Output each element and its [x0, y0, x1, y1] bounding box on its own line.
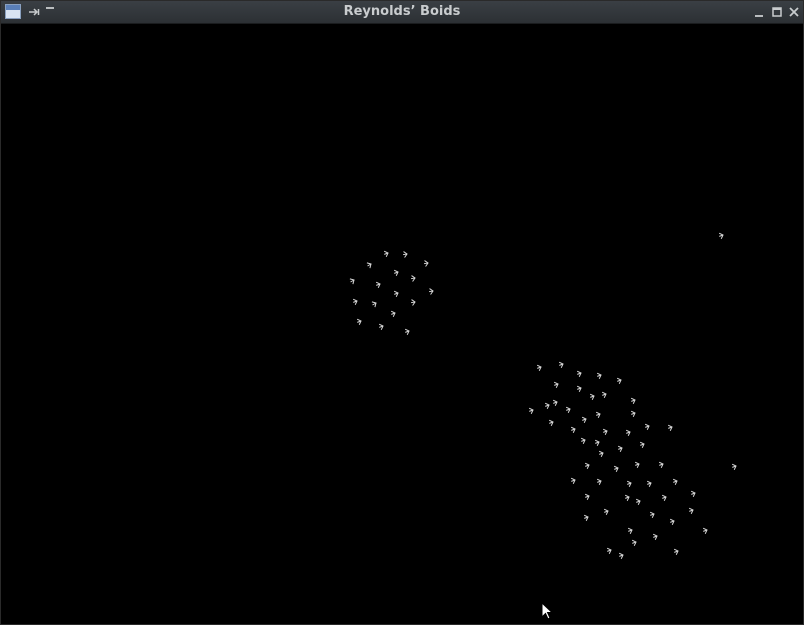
boid [598, 450, 604, 458]
boid [603, 508, 609, 516]
boid [613, 465, 619, 473]
boid [393, 290, 399, 298]
boid [731, 463, 737, 471]
boid [528, 407, 534, 415]
boids-scene [349, 232, 737, 560]
close-icon[interactable] [786, 4, 802, 20]
boid [565, 406, 571, 414]
title-bar[interactable]: Reynolds’ Boids [1, 1, 803, 24]
boid [366, 262, 372, 269]
boid [375, 281, 381, 289]
boid [602, 428, 608, 436]
boid [428, 288, 434, 295]
boid [594, 439, 600, 447]
boid [606, 547, 612, 555]
boid [552, 399, 558, 407]
window-title: Reynolds’ Boids [343, 4, 461, 19]
boid [581, 416, 587, 424]
boid [410, 275, 416, 282]
boid [576, 370, 582, 378]
app-window: Reynolds’ Boids [0, 0, 804, 625]
boid [536, 364, 542, 372]
boid [688, 507, 694, 515]
boid [580, 437, 586, 445]
boid [644, 423, 650, 431]
boid [630, 410, 636, 418]
boid [635, 498, 641, 506]
boid [634, 461, 640, 469]
boid [618, 552, 624, 560]
boid [583, 514, 589, 522]
boid [423, 260, 429, 267]
boid [690, 490, 696, 498]
boid [646, 480, 652, 488]
boid [383, 250, 389, 258]
boid [652, 533, 658, 541]
boid [584, 462, 590, 470]
boid [402, 251, 408, 258]
boid [625, 429, 631, 437]
boid [667, 424, 673, 432]
boid [349, 278, 355, 285]
boid [595, 411, 601, 419]
boid [378, 323, 384, 331]
boid [393, 269, 399, 277]
boid [649, 511, 655, 519]
boid [589, 393, 595, 401]
boid [558, 361, 564, 369]
boid [624, 494, 630, 502]
boid [601, 391, 607, 399]
boid [404, 328, 410, 336]
boid [627, 527, 633, 535]
boid [596, 372, 602, 380]
boid [553, 381, 559, 389]
boid [570, 477, 576, 485]
boid [631, 539, 637, 547]
boid [570, 426, 576, 434]
maximize-icon[interactable] [769, 4, 785, 20]
boid [718, 232, 724, 240]
boid [617, 445, 623, 453]
mouse-cursor-icon [541, 602, 553, 620]
boid [673, 548, 679, 556]
boid [596, 478, 602, 486]
boids-canvas[interactable] [3, 24, 803, 624]
boid [669, 518, 675, 526]
boid [639, 441, 645, 449]
boid [584, 493, 590, 501]
minimize-icon[interactable] [751, 4, 767, 20]
boid [672, 478, 678, 486]
boid [630, 397, 636, 405]
boid [661, 494, 667, 502]
boid [658, 461, 664, 469]
boid [352, 298, 358, 306]
boid [616, 377, 622, 385]
boid [544, 402, 550, 410]
boid [576, 385, 582, 393]
boid [626, 480, 632, 488]
boid [371, 301, 377, 308]
boid [390, 310, 396, 318]
boid [548, 419, 554, 427]
boid [356, 318, 362, 326]
boid [410, 299, 416, 306]
boid [702, 527, 708, 535]
